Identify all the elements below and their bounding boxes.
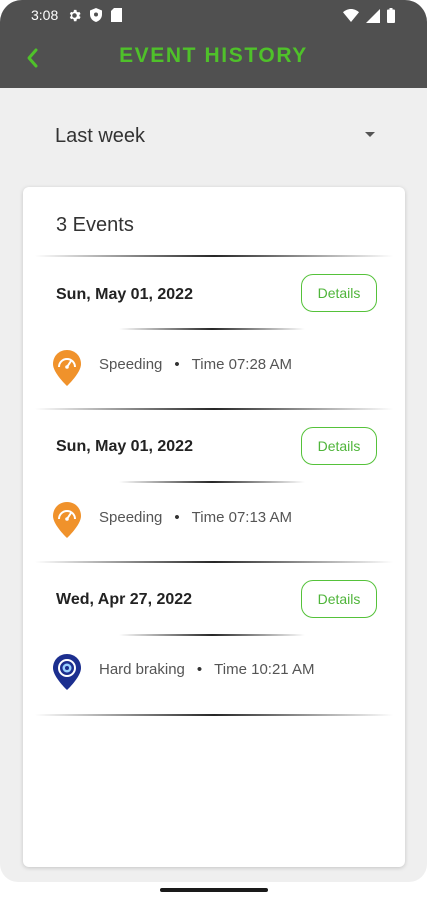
- details-button[interactable]: Details: [301, 427, 377, 465]
- header: EVENT HISTORY: [0, 30, 427, 88]
- event-date: Sun, May 01, 2022: [56, 286, 193, 303]
- gear-icon: [69, 9, 81, 21]
- details-button[interactable]: Details: [301, 274, 377, 312]
- events-card: 3 Events Sun, May 01, 2022 Details Speed…: [23, 187, 405, 867]
- event-summary: Speeding • Time 07:28 AM: [99, 356, 292, 373]
- event-summary: Hard braking • Time 10:21 AM: [99, 661, 314, 678]
- battery-icon: [387, 8, 395, 23]
- separator-dot: •: [174, 356, 180, 373]
- page-title: EVENT HISTORY: [119, 44, 308, 67]
- status-right-icons: [343, 8, 395, 23]
- app-bar: 3:08 EVENT HISTORY: [0, 0, 427, 88]
- event-time: Time 07:13 AM: [191, 509, 292, 526]
- period-dropdown[interactable]: Last week: [40, 116, 390, 156]
- wifi-icon: [343, 9, 359, 22]
- event-type: Hard braking: [99, 661, 185, 678]
- gesture-handle[interactable]: [159, 888, 268, 892]
- divider: [35, 714, 393, 716]
- divider: [119, 634, 305, 636]
- shield-icon: [90, 8, 102, 22]
- speedometer-pin-icon: [53, 350, 81, 386]
- divider: [35, 561, 393, 563]
- speedometer-pin-icon: [53, 502, 81, 538]
- caret-down-icon: [365, 132, 375, 137]
- period-selected-value: Last week: [55, 125, 146, 147]
- separator-dot: •: [174, 509, 180, 526]
- status-left-icons: [68, 8, 122, 22]
- separator-dot: •: [196, 661, 203, 678]
- events-count: 3 Events: [56, 214, 134, 236]
- event-date: Wed, Apr 27, 2022: [56, 591, 193, 608]
- phone-frame: 3:08 EVENT HISTORY Last week 3 Events Su…: [0, 0, 427, 900]
- event-date: Sun, May 01, 2022: [56, 438, 193, 455]
- event-time: Time 10:21 AM: [214, 661, 315, 678]
- event-type: Speeding: [99, 509, 163, 526]
- status-time: 3:08: [31, 7, 59, 23]
- divider: [119, 328, 305, 330]
- event-summary: Speeding • Time 07:13 AM: [99, 509, 292, 526]
- event-type: Speeding: [99, 356, 163, 373]
- details-button[interactable]: Details: [301, 580, 377, 618]
- screen: 3:08 EVENT HISTORY Last week 3 Events Su…: [0, 0, 427, 882]
- signal-icon: [366, 8, 380, 23]
- event-time: Time 07:28 AM: [191, 356, 292, 373]
- divider: [119, 481, 305, 483]
- brake-pin-icon: [53, 654, 81, 690]
- divider: [35, 255, 393, 257]
- sim-card-icon: [111, 8, 122, 22]
- divider: [35, 408, 393, 410]
- status-bar: 3:08: [0, 0, 427, 30]
